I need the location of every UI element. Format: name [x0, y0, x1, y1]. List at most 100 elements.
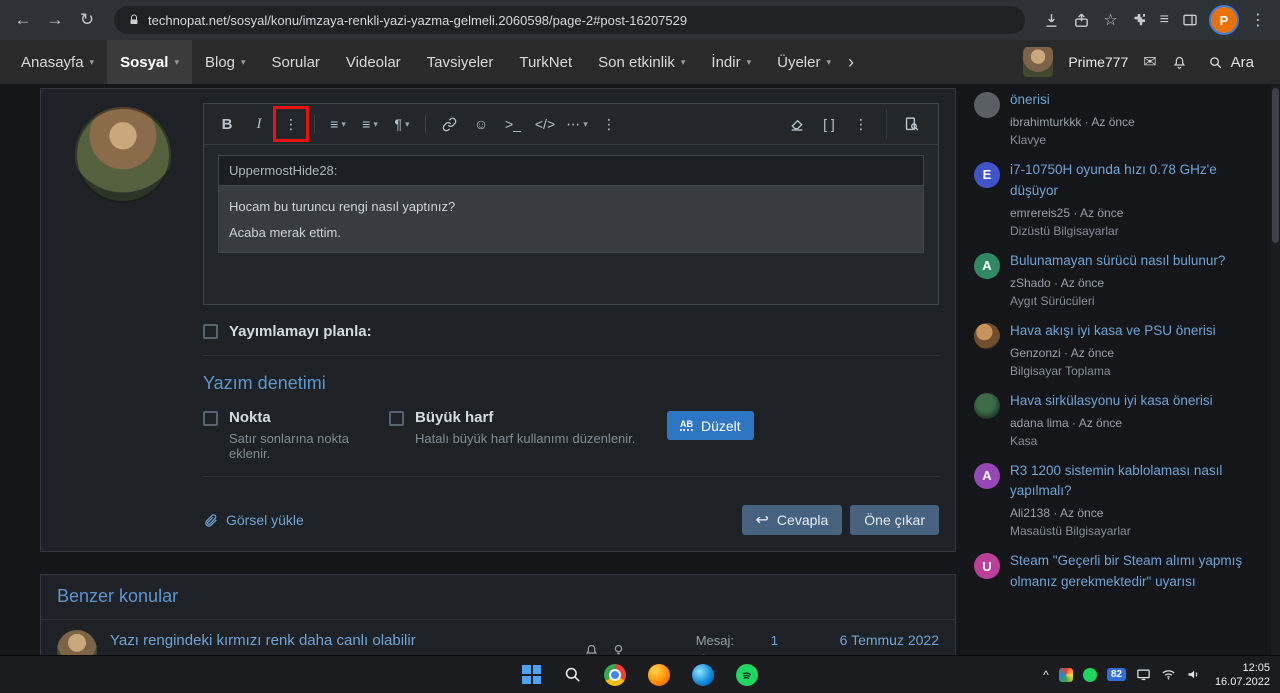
activity-title[interactable]: Hava akışı iyi kasa ve PSU önerisi	[1010, 321, 1250, 342]
nav-son-etkinlik[interactable]: Son etkinlik ▾	[585, 40, 698, 84]
rich-text-editor[interactable]: B I ⋮ ≡ ▾ ≡ ▾ ¶ ▾ ☺ >_ </> ⋯ ▾ ⋮ [] ⋮ U…	[203, 103, 939, 305]
volume-speaker-icon[interactable]	[1186, 667, 1201, 682]
browser-profile-avatar[interactable]: P	[1211, 7, 1237, 33]
tray-spotify-icon[interactable]	[1082, 667, 1097, 682]
thread-date[interactable]: 6 Temmuz 2022	[791, 632, 939, 648]
address-bar[interactable]: technopat.net/sosyal/konu/imzaya-renkli-…	[114, 6, 1026, 34]
smiley-button[interactable]: ☺	[466, 109, 496, 139]
editor-text-area[interactable]: UppermostHide28: Hocam bu turuncu rengi …	[204, 145, 938, 304]
code-button[interactable]: </>	[530, 109, 560, 139]
editor-menu-dots-button[interactable]: ⋮	[846, 109, 876, 139]
browser-menu-icon[interactable]: ⋮	[1250, 10, 1266, 30]
username[interactable]: Prime777	[1068, 54, 1128, 70]
start-button-icon[interactable]	[522, 665, 541, 684]
bulb-icon[interactable]	[611, 643, 626, 655]
nav-uyeler[interactable]: Üyeler ▾	[764, 40, 844, 84]
user-avatar[interactable]	[1023, 47, 1054, 77]
one-cikar-button[interactable]: Öne çıkar	[850, 505, 939, 535]
bell-icon[interactable]	[584, 643, 599, 655]
network-wifi-icon[interactable]	[1161, 667, 1176, 682]
activity-avatar[interactable]	[974, 392, 1000, 419]
share-icon[interactable]	[1073, 12, 1090, 29]
activity-item[interactable]: A R3 1200 sistemin kablolaması nasıl yap…	[974, 461, 1250, 538]
browser-back-button[interactable]: ←	[8, 5, 38, 35]
tray-badge-count[interactable]: 82	[1106, 668, 1126, 681]
nav-sosyal[interactable]: Sosyal ▾	[107, 40, 192, 84]
activity-avatar[interactable]	[974, 92, 1000, 118]
edge-icon[interactable]	[692, 663, 714, 686]
activity-avatar[interactable]: E	[974, 161, 1000, 188]
remove-format-eraser-button[interactable]	[782, 109, 812, 139]
tray-caret-up-icon[interactable]: ^	[1043, 668, 1049, 682]
current-user-avatar[interactable]	[75, 107, 171, 203]
activity-title[interactable]: önerisi	[1010, 90, 1250, 111]
side-panel-icon[interactable]	[1182, 12, 1198, 28]
activity-item[interactable]: U Steam "Geçerli bir Steam alımı yapmış …	[974, 551, 1250, 593]
italic-button[interactable]: I	[244, 109, 274, 139]
activity-category[interactable]: Klavye	[1010, 133, 1250, 147]
page-scrollbar[interactable]	[1271, 84, 1280, 655]
nav-tavsiyeler[interactable]: Tavsiyeler	[414, 40, 507, 84]
nokta-checkbox[interactable]	[203, 411, 218, 426]
nav-videolar[interactable]: Videolar	[333, 40, 414, 84]
cast-screen-icon[interactable]	[1136, 667, 1151, 682]
activity-title[interactable]: R3 1200 sistemin kablolaması nasıl yapıl…	[1010, 461, 1250, 503]
thread-avatar[interactable]	[57, 630, 97, 655]
nav-overflow-chevron-icon[interactable]: ›	[844, 40, 858, 84]
buyuk-harf-checkbox[interactable]	[389, 411, 404, 426]
activity-item[interactable]: A Bulunamayan sürücü nasıl bulunur? zSha…	[974, 251, 1250, 308]
nav-sorular[interactable]: Sorular	[259, 40, 333, 84]
browser-forward-button[interactable]: →	[40, 5, 70, 35]
messages-envelope-icon[interactable]: ✉	[1143, 52, 1156, 72]
firefox-icon[interactable]	[648, 663, 670, 686]
activity-title[interactable]: Steam "Geçerli bir Steam alımı yapmış ol…	[1010, 551, 1250, 593]
activity-item[interactable]: önerisi ibrahimturkkk · Az önce Klavye	[974, 90, 1250, 147]
cevapla-button[interactable]: ↩ Cevapla	[741, 505, 843, 535]
insert-link-button[interactable]	[434, 109, 464, 139]
activity-category[interactable]: Masaüstü Bilgisayarlar	[1010, 524, 1250, 538]
activity-item[interactable]: Hava akışı iyi kasa ve PSU önerisi Genzo…	[974, 321, 1250, 378]
schedule-checkbox[interactable]	[203, 324, 218, 339]
bold-button[interactable]: B	[212, 109, 242, 139]
text-format-menu-button[interactable]: ⋮	[273, 106, 309, 142]
overflow-menu-button[interactable]: ⋮	[594, 109, 624, 139]
activity-category[interactable]: Aygıt Sürücüleri	[1010, 294, 1250, 308]
upload-image-button[interactable]: Görsel yükle	[203, 512, 304, 528]
activity-avatar[interactable]: U	[974, 553, 1000, 580]
tray-app-icon[interactable]	[1058, 667, 1073, 682]
activity-avatar[interactable]: A	[974, 462, 1000, 489]
quote-author[interactable]: UppermostHide28:	[219, 156, 923, 186]
spotify-icon[interactable]	[736, 663, 758, 686]
activity-category[interactable]: Bilgisayar Toplama	[1010, 364, 1250, 378]
browser-reload-button[interactable]: ↻	[72, 5, 102, 35]
chrome-icon[interactable]	[604, 663, 626, 686]
more-tools-button[interactable]: ⋯ ▾	[562, 109, 592, 139]
list-button[interactable]: ≡ ▾	[323, 109, 353, 139]
nav-anasayfa[interactable]: Anasayfa ▾	[8, 40, 107, 84]
activity-item[interactable]: E i7-10750H oyunda hızı 0.78 GHz'e düşüy…	[974, 160, 1250, 238]
align-button[interactable]: ≡ ▾	[355, 109, 385, 139]
paragraph-button[interactable]: ¶ ▾	[387, 109, 417, 139]
download-icon[interactable]	[1043, 12, 1060, 29]
console-button[interactable]: >_	[498, 109, 528, 139]
activity-title[interactable]: Hava sirkülasyonu iyi kasa önerisi	[1010, 391, 1250, 412]
taskbar-clock[interactable]: 12:05 16.07.2022	[1211, 661, 1270, 689]
activity-category[interactable]: Dizüstü Bilgisayarlar	[1010, 224, 1250, 238]
thread-title[interactable]: Yazı rengindeki kırmızı renk daha canlı …	[110, 632, 553, 649]
activity-avatar[interactable]: A	[974, 252, 1000, 279]
activity-avatar[interactable]	[974, 322, 1000, 349]
activity-title[interactable]: i7-10750H oyunda hızı 0.78 GHz'e düşüyor	[1010, 160, 1250, 202]
reading-list-icon[interactable]: ≡	[1160, 11, 1169, 29]
activity-category[interactable]: Kasa	[1010, 434, 1250, 448]
activity-title[interactable]: Bulunamayan sürücü nasıl bulunur?	[1010, 251, 1250, 272]
taskbar-search-icon[interactable]	[563, 665, 582, 684]
scrollbar-thumb[interactable]	[1272, 88, 1279, 243]
preview-button[interactable]	[886, 109, 930, 139]
thread-row[interactable]: Yazı rengindeki kırmızı renk daha canlı …	[41, 620, 955, 655]
bbcode-brackets-button[interactable]: [ ]	[814, 109, 844, 139]
alerts-bell-icon[interactable]	[1172, 55, 1187, 70]
search-button[interactable]: Ara	[1202, 54, 1260, 71]
duzelt-button[interactable]: AB Düzelt	[667, 411, 754, 440]
activity-item[interactable]: Hava sirkülasyonu iyi kasa önerisi adana…	[974, 391, 1250, 448]
nav-blog[interactable]: Blog ▾	[192, 40, 259, 84]
